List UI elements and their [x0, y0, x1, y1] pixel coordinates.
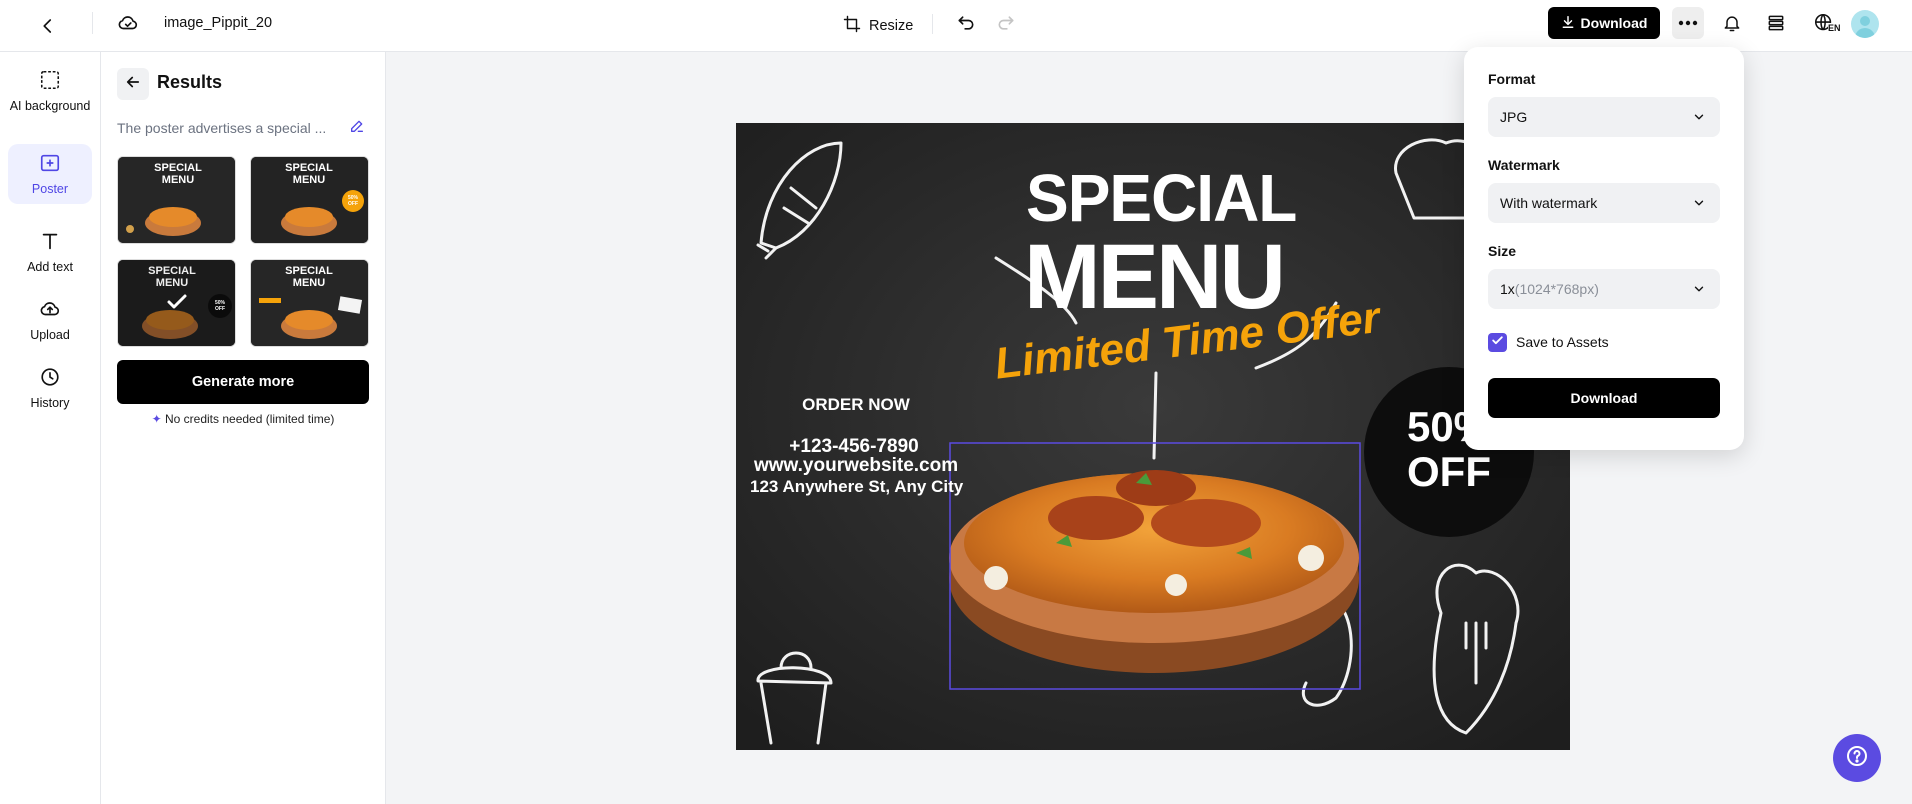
poster-website[interactable]: www.yourwebsite.com [754, 455, 958, 477]
panel-download-button[interactable]: Download [1488, 378, 1720, 418]
poster-canvas[interactable]: SPECIAL MENU Limited Time Offer ORDER NO… [736, 123, 1570, 750]
redo-icon[interactable] [990, 7, 1022, 39]
download-dropdown: Format JPG Watermark With watermark Size… [1464, 47, 1744, 450]
chevron-down-icon [1692, 110, 1706, 127]
save-to-assets-label: Save to Assets [1516, 334, 1609, 350]
size-detail: (1024*768px) [1514, 281, 1599, 297]
resize-button[interactable]: Resize [843, 11, 913, 41]
save-to-assets-checkbox[interactable] [1488, 333, 1507, 352]
generate-more-button[interactable]: Generate more [117, 360, 369, 404]
size-value: 1x [1500, 281, 1515, 297]
layers-icon[interactable] [1760, 7, 1792, 39]
result-thumbnail[interactable]: SPECIAL MENU 50% OFF [250, 156, 369, 244]
language-icon[interactable]: EN [1804, 7, 1844, 39]
back-icon[interactable] [32, 10, 64, 42]
prompt-preview: The poster advertises a special ... [117, 120, 327, 136]
top-bar: image_Pippit_20 Resize Download EN [0, 0, 1912, 52]
poster-discount-off[interactable]: OFF [1384, 448, 1514, 496]
thumbnail-title: SPECIAL MENU [285, 162, 333, 186]
credits-note: ✦ No credits needed (limited time) [117, 412, 369, 426]
poster-address[interactable]: 123 Anywhere St, Any City [750, 477, 963, 497]
file-name[interactable]: image_Pippit_20 [164, 15, 272, 31]
format-select[interactable]: JPG [1488, 97, 1720, 137]
watermark-select[interactable]: With watermark [1488, 183, 1720, 223]
sidebar-item-label: History [30, 395, 70, 410]
sidebar-item-label: AI background [9, 98, 91, 113]
help-button[interactable] [1833, 734, 1881, 782]
size-label: Size [1488, 243, 1517, 259]
result-thumbnail[interactable]: SPECIAL MENU [117, 156, 236, 244]
sidebar-item-upload[interactable]: Upload [8, 290, 92, 350]
sparkle-icon: ✦ [151, 412, 162, 426]
result-thumbnail[interactable]: SPECIAL MENU [250, 259, 369, 347]
language-badge: EN [1828, 23, 1841, 33]
format-value: JPG [1500, 109, 1528, 125]
sidebar-item-add-text[interactable]: Add text [8, 222, 92, 282]
upload-icon [39, 298, 61, 328]
chevron-down-icon [1692, 196, 1706, 213]
sidebar-item-label: Upload [30, 327, 70, 342]
divider [932, 14, 933, 34]
results-title: Results [157, 72, 223, 92]
header-download-button[interactable]: Download [1548, 7, 1660, 39]
watermark-label: Watermark [1488, 157, 1560, 173]
left-sidebar: AI background Poster Add text Upload His… [0, 52, 101, 804]
arrow-left-icon [124, 73, 142, 96]
sidebar-item-label: Add text [27, 259, 73, 274]
checkmark-icon [165, 290, 189, 319]
format-label: Format [1488, 71, 1536, 87]
thumbnail-title: SPECIAL MENU [285, 265, 333, 289]
sidebar-item-poster[interactable]: Poster [8, 144, 92, 204]
poster-order-now[interactable]: ORDER NOW [786, 395, 926, 415]
resize-label: Resize [869, 18, 914, 34]
sidebar-item-history[interactable]: History [8, 358, 92, 418]
divider [92, 12, 93, 34]
text-icon [39, 230, 61, 260]
ai-background-icon [39, 69, 61, 99]
cloud-sync-icon[interactable] [112, 7, 144, 39]
download-icon [1561, 15, 1575, 32]
avatar[interactable] [1851, 10, 1879, 38]
more-options-icon[interactable] [1672, 7, 1704, 39]
history-icon [39, 366, 61, 396]
checkmark-icon [1491, 334, 1504, 352]
resize-icon [843, 15, 861, 37]
question-icon [1845, 744, 1869, 773]
results-back-button[interactable] [117, 68, 149, 100]
edit-prompt-icon[interactable] [349, 118, 369, 138]
thumbnail-title: SPECIAL MENU [154, 162, 202, 186]
thumbnail-title: SPECIAL MENU [148, 265, 196, 289]
poster-title-menu[interactable]: MENU [1024, 231, 1286, 323]
sidebar-item-ai-background[interactable]: AI background [8, 60, 92, 122]
result-thumbnail-selected[interactable]: SPECIAL MENU 50% OFF [117, 259, 236, 347]
results-panel: Results The poster advertises a special … [101, 52, 386, 804]
watermark-value: With watermark [1500, 195, 1598, 211]
credits-note-text: No credits needed (limited time) [165, 412, 335, 426]
bell-icon[interactable] [1716, 7, 1748, 39]
sidebar-item-label: Poster [31, 181, 69, 196]
undo-icon[interactable] [950, 7, 982, 39]
chevron-down-icon [1692, 282, 1706, 299]
thumbnail-badge: 50% OFF [347, 195, 358, 207]
thumbnail-badge: 50% OFF [214, 300, 225, 312]
size-select[interactable]: 1x (1024*768px) [1488, 269, 1720, 309]
header-download-label: Download [1580, 15, 1648, 31]
poster-icon [39, 152, 61, 182]
